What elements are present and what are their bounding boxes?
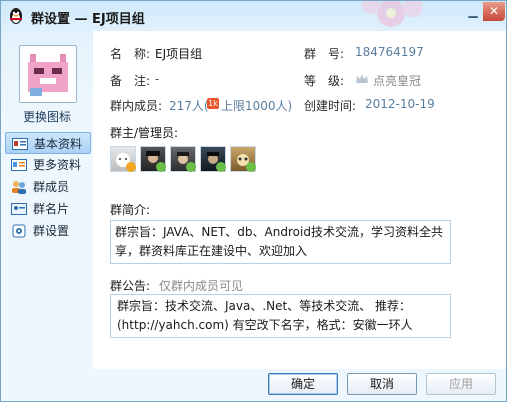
sidebar-item-settings[interactable]: 群设置 xyxy=(5,220,91,242)
limit-badge-icon: 1k xyxy=(207,98,219,109)
sidebar-item-more-info[interactable]: 更多资料 xyxy=(5,154,91,176)
crown-icon xyxy=(356,74,368,83)
dialog-buttons: 确定 取消 应用 xyxy=(1,369,506,401)
notice-hint: 仅群内成员可见 xyxy=(159,279,244,293)
info-card-icon xyxy=(11,159,27,171)
group-name: EJ项目组 xyxy=(155,47,203,61)
pixel-mascot-icon xyxy=(20,46,76,102)
members-icon xyxy=(12,181,26,194)
members-count: 217人( xyxy=(169,99,209,113)
id-card-icon xyxy=(12,138,28,150)
admins-label: 群主/管理员: xyxy=(110,126,179,140)
intro-label: 群简介: xyxy=(110,203,151,217)
name-card-icon xyxy=(11,203,27,215)
sidebar-item-label: 群设置 xyxy=(33,224,70,238)
created-label: 创建时间: xyxy=(304,99,357,113)
qq-penguin-icon xyxy=(10,8,22,24)
admin-badge-icon xyxy=(246,162,256,172)
apply-button[interactable]: 应用 xyxy=(426,373,496,395)
sidebar-item-label: 基本资料 xyxy=(34,137,83,151)
notice-textarea[interactable]: 群宗旨：技术交流、Java、.Net、等技术交流、 推荐：(http://yah… xyxy=(110,294,451,338)
group-id-label: 群 号: xyxy=(304,47,345,61)
ok-button[interactable]: 确定 xyxy=(268,373,338,395)
group-settings-window: 群设置 — EJ项目组 ▁ ✕ 更换图标 基本资料 更多资料 群成员 群名片 群… xyxy=(0,0,507,402)
close-icon: ✕ xyxy=(488,4,500,18)
sidebar-item-card[interactable]: 群名片 xyxy=(5,198,91,220)
group-id: 184764197 xyxy=(355,45,424,59)
level-label: 等 级: xyxy=(304,74,345,88)
admin-badge-icon xyxy=(216,162,226,172)
sidebar-item-basic-info[interactable]: 基本资料 xyxy=(5,132,91,154)
close-button[interactable]: ✕ xyxy=(483,2,505,21)
minimize-button[interactable]: ▁ xyxy=(463,2,483,21)
sidebar-item-label: 更多资料 xyxy=(33,158,82,172)
window-title: 群设置 — EJ项目组 xyxy=(31,12,145,27)
sidebar-item-members[interactable]: 群成员 xyxy=(5,176,91,198)
level-value[interactable]: 点亮皇冠 xyxy=(373,72,421,89)
admin-badge-icon xyxy=(156,162,166,172)
name-label: 名 称: xyxy=(110,47,151,61)
remark-label: 备 注: xyxy=(110,74,151,88)
remark-value: - xyxy=(155,72,160,86)
sidebar: 更换图标 基本资料 更多资料 群成员 群名片 群设置 xyxy=(1,31,93,371)
sidebar-item-label: 群名片 xyxy=(33,202,70,216)
admin-badge-icon xyxy=(186,162,196,172)
change-avatar-link[interactable]: 更换图标 xyxy=(23,108,71,125)
cancel-button[interactable]: 取消 xyxy=(347,373,417,395)
notice-label: 群公告: xyxy=(110,279,151,293)
members-label: 群内成员: xyxy=(110,99,163,113)
settings-icon xyxy=(12,224,26,238)
members-limit: 上限1000人) xyxy=(221,99,293,113)
basic-info-panel: 名 称: EJ项目组 群 号: 184764197 备 注: - 等 级: 点亮… xyxy=(93,31,506,369)
intro-textarea[interactable]: 群宗旨：JAVA、NET、db、Android技术交流，学习资料全共享，群资料库… xyxy=(110,220,451,264)
created-date: 2012-10-19 xyxy=(365,97,435,111)
minimize-icon: ▁ xyxy=(468,4,478,18)
group-avatar[interactable] xyxy=(19,45,77,103)
sidebar-item-label: 群成员 xyxy=(33,180,70,194)
owner-badge-icon xyxy=(126,162,136,172)
title-bar[interactable]: 群设置 — EJ项目组 ▁ ✕ xyxy=(1,1,506,31)
